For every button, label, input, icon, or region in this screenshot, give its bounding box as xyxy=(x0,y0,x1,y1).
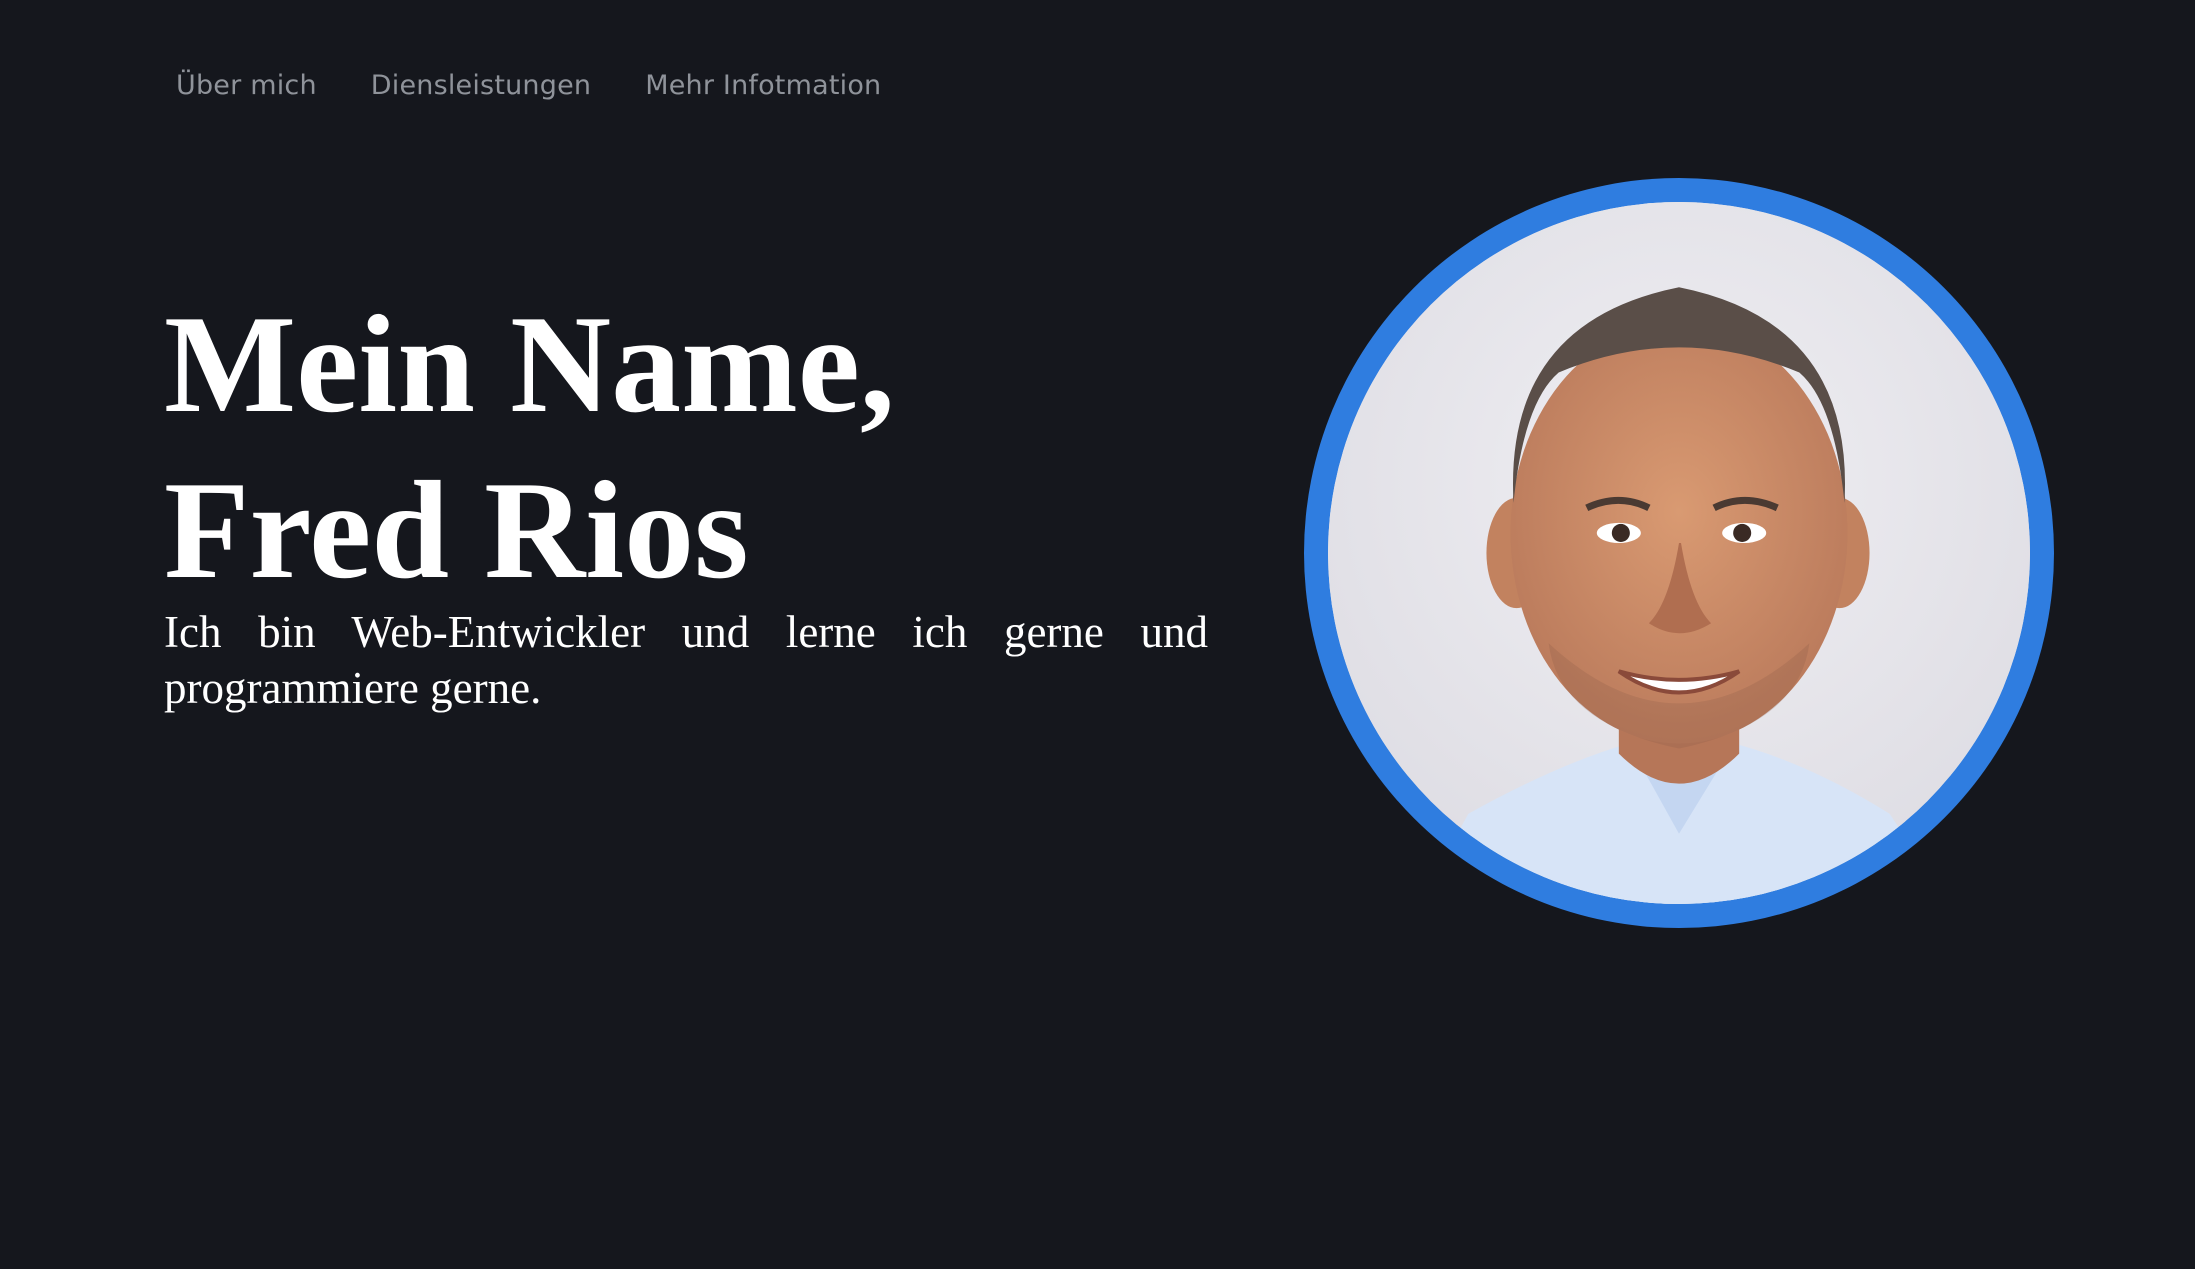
nav-link-diensleistungen[interactable]: Diensleistungen xyxy=(371,70,591,101)
hero-description: Ich bin Web-Entwickler und lerne ich ger… xyxy=(164,607,1208,713)
profile-avatar xyxy=(1304,178,2054,928)
hero-title-line-1: Mein Name, xyxy=(164,287,895,442)
hero-title-line-2: Fred Rios xyxy=(164,453,749,608)
nav-link-ueber-mich[interactable]: Über mich xyxy=(176,70,317,101)
profile-photo xyxy=(1328,202,2030,904)
page: Über mich Diensleistungen Mehr Infotmati… xyxy=(0,0,2195,1269)
nav-link-mehr-information[interactable]: Mehr Infotmation xyxy=(645,70,881,101)
person-portrait-icon xyxy=(1328,202,2030,904)
hero-title: Mein Name, Fred Rios xyxy=(164,282,895,614)
main-nav: Über mich Diensleistungen Mehr Infotmati… xyxy=(176,70,881,101)
